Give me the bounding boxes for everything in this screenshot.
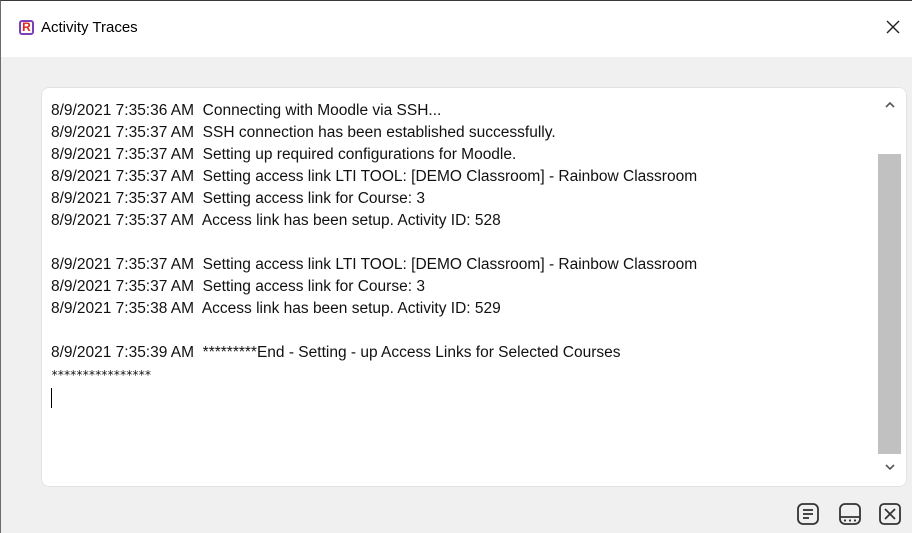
log-line: 8/9/2021 7:35:36 AM Connecting with Mood… [51,102,442,119]
title-bar: R Activity Traces [1,1,912,57]
document-icon[interactable] [795,501,821,527]
scrollbar-thumb[interactable] [878,154,901,454]
activity-traces-window: R Activity Traces 8/9/2021 7:35:36 AM Co… [0,0,912,533]
window-title: Activity Traces [41,19,138,36]
chevron-down-icon[interactable] [882,460,898,474]
app-icon-letter: R [22,20,31,34]
window-minimize-icon[interactable] [837,501,863,527]
log-line: 8/9/2021 7:35:37 AM Setting access link … [51,168,698,185]
log-line-stars: **************** [51,368,152,382]
vertical-scrollbar[interactable] [873,88,906,486]
log-line: 8/9/2021 7:35:38 AM Access link has been… [51,300,501,317]
log-caret-line [51,386,873,408]
log-line: 8/9/2021 7:35:39 AM *********End - Setti… [51,344,621,361]
log-line: 8/9/2021 7:35:37 AM Setting access link … [51,256,698,273]
text-caret [51,388,52,408]
log-line: 8/9/2021 7:35:37 AM Setting up required … [51,146,517,163]
close-icon[interactable] [882,16,904,38]
activity-log-panel: 8/9/2021 7:35:36 AM Connecting with Mood… [42,88,906,486]
close-box-icon[interactable] [877,501,903,527]
rainbow-app-icon: R [19,20,34,35]
chevron-up-icon[interactable] [882,98,898,112]
log-line: 8/9/2021 7:35:37 AM Setting access link … [51,278,425,295]
activity-log-text[interactable]: 8/9/2021 7:35:36 AM Connecting with Mood… [51,100,873,480]
log-line: 8/9/2021 7:35:37 AM Setting access link … [51,190,425,207]
log-line: 8/9/2021 7:35:37 AM SSH connection has b… [51,124,556,141]
log-line: 8/9/2021 7:35:37 AM Access link has been… [51,212,501,229]
